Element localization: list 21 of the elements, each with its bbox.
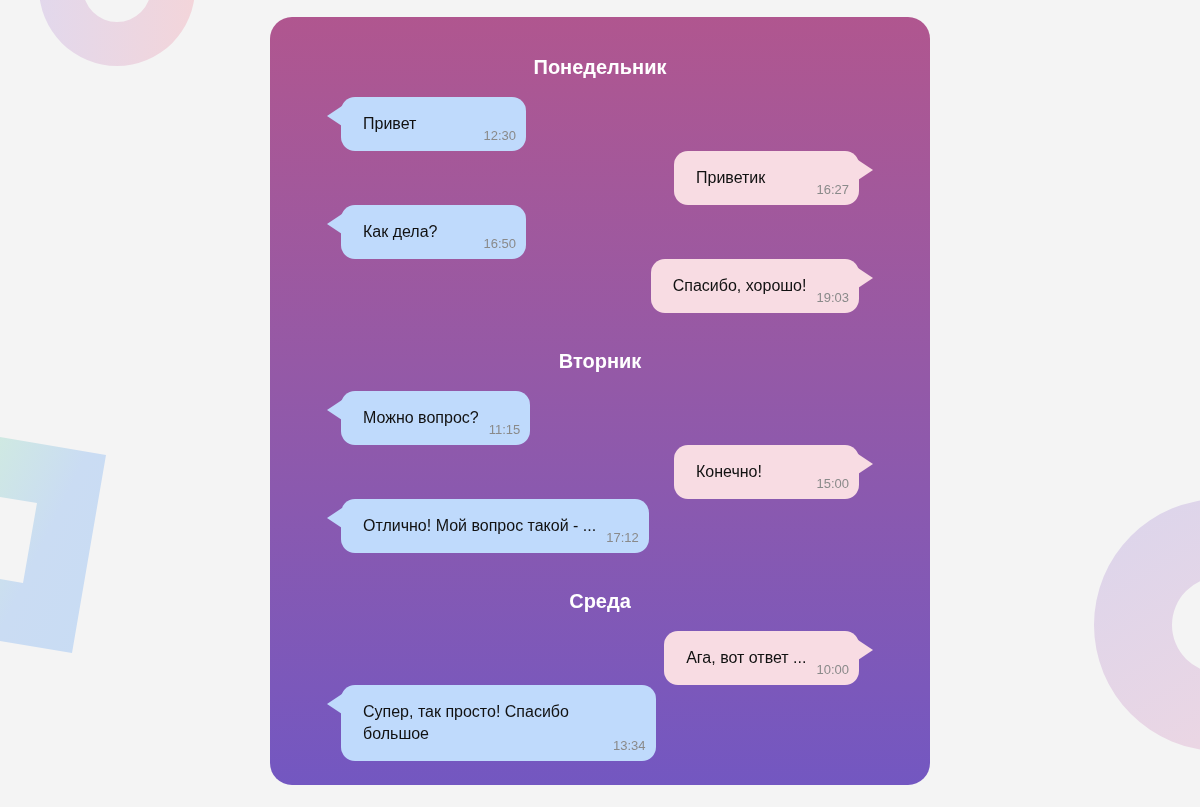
message-text: Супер, так просто! Спасибо большое [363,702,570,744]
message-text: Можно вопрос? [363,408,479,428]
day-heading: Вторник [557,349,643,374]
message-time: 16:27 [816,182,849,198]
message-time: 15:00 [816,476,849,492]
message-time: 10:00 [816,662,849,678]
message-text: Спасибо, хорошо! [672,276,807,296]
message-time: 17:12 [606,530,639,546]
day-heading: Понедельник [532,55,668,80]
message-time: 12:30 [483,128,516,144]
message-text: Конечно! [696,462,762,482]
message-time: 19:03 [816,290,849,306]
message-time: 13:34 [613,738,646,754]
message-text: Как дела? [363,222,438,242]
message-time: 11:15 [488,422,521,438]
message-text: Привет [363,114,417,134]
day-heading: Среда [568,589,632,614]
message-time: 16:50 [483,236,516,252]
message-text: Ага, вот ответ ... [686,648,807,668]
message-text: Приветик [696,168,766,188]
message-text: Отлично! Мой вопрос такой - ... [363,516,597,536]
